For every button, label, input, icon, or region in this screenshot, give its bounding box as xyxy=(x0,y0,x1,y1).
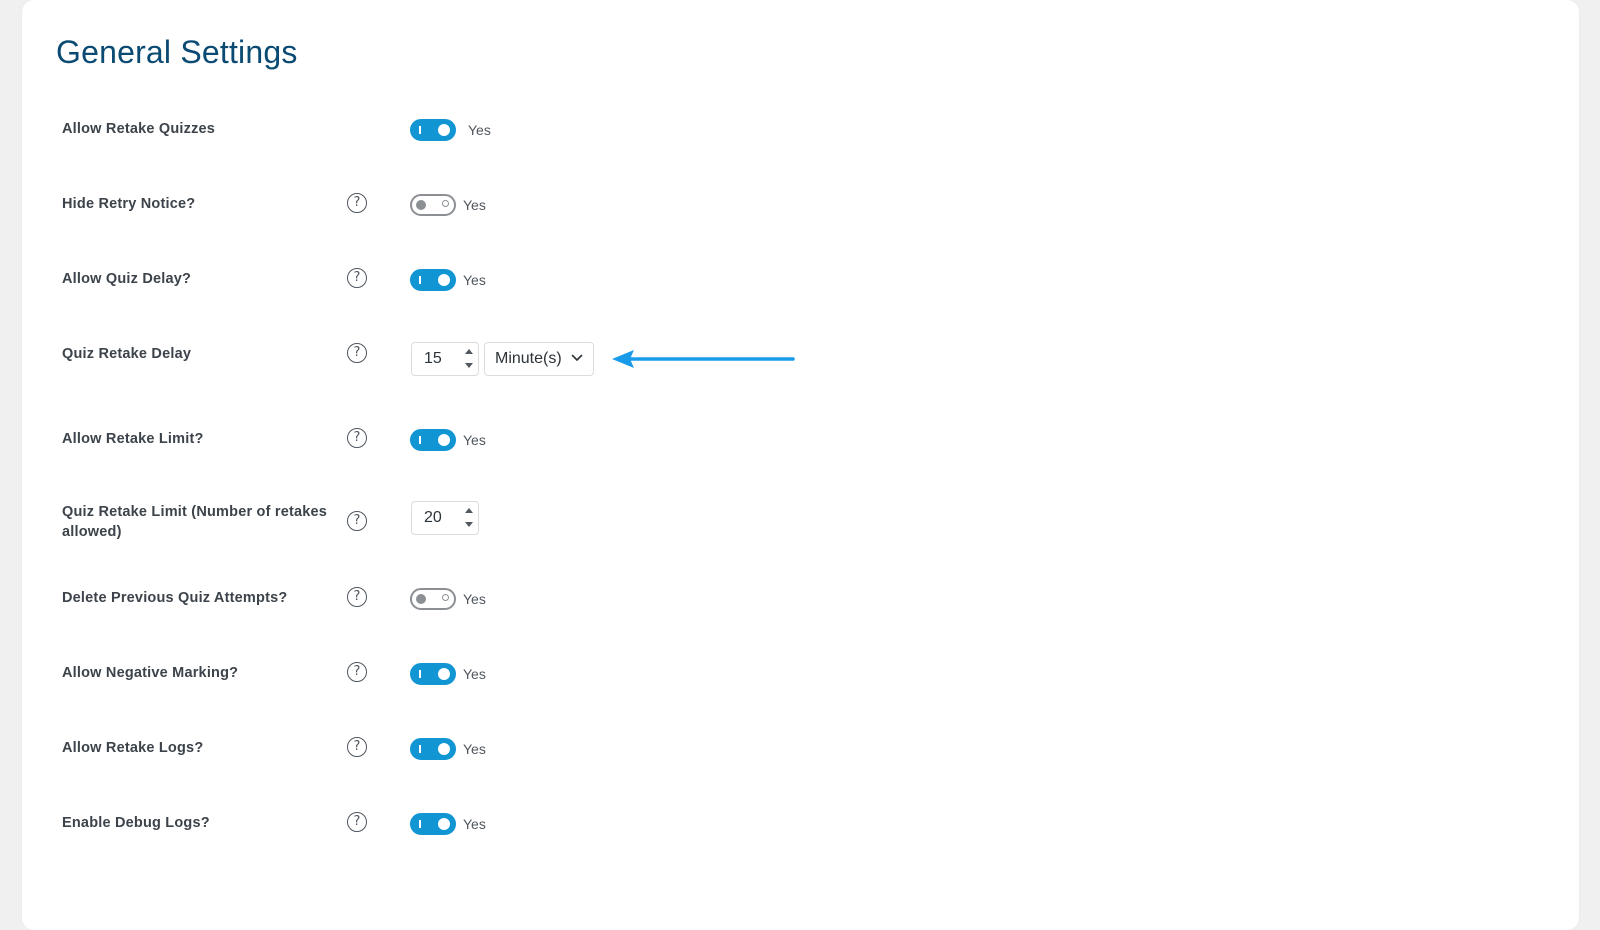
quiz-retake-limit-input[interactable]: 20 xyxy=(411,501,479,535)
setting-label: Allow Negative Marking? xyxy=(62,665,239,681)
question-circle-icon[interactable]: ? xyxy=(347,812,367,832)
toggle-on-mark xyxy=(419,436,421,444)
toggle-knob xyxy=(438,743,450,755)
question-circle-icon[interactable]: ? xyxy=(347,662,367,682)
enable-debug-logs-toggle[interactable] xyxy=(410,813,456,835)
allow-retake-logs-toggle[interactable] xyxy=(410,738,456,760)
toggle-text: Yes xyxy=(463,591,486,607)
number-value: 15 xyxy=(424,350,442,367)
toggle-text: Yes xyxy=(463,272,486,288)
allow-retake-limit-toggle[interactable] xyxy=(410,429,456,451)
toggle-knob xyxy=(438,818,450,830)
setting-label: Hide Retry Notice? xyxy=(62,196,196,212)
setting-row-enable-debug-logs: Enable Debug Logs? ? Yes xyxy=(22,804,1579,844)
allow-quiz-delay-toggle[interactable] xyxy=(410,269,456,291)
setting-row-quiz-retake-limit: Quiz Retake Limit (Number of retakes all… xyxy=(22,500,1579,550)
allow-negative-marking-toggle[interactable] xyxy=(410,663,456,685)
setting-label: Allow Retake Quizzes xyxy=(62,121,216,137)
toggle-on-mark xyxy=(419,745,421,753)
toggle-text: Yes xyxy=(463,666,486,682)
settings-card: General Settings Allow Retake Quizzes Ye… xyxy=(22,0,1579,930)
toggle-on-mark xyxy=(419,276,421,284)
toggle-text: Yes xyxy=(463,816,486,832)
setting-row-quiz-retake-delay: Quiz Retake Delay ? 15 Minute(s) xyxy=(22,335,1579,376)
toggle-on-mark xyxy=(419,670,421,678)
toggle-knob xyxy=(438,274,450,286)
question-circle-icon[interactable]: ? xyxy=(347,343,367,363)
toggle-knob xyxy=(416,594,426,604)
toggle-text: Yes xyxy=(463,197,486,213)
page-title: General Settings xyxy=(56,34,298,70)
setting-row-allow-negative-marking: Allow Negative Marking? ? Yes xyxy=(22,654,1579,694)
number-value: 20 xyxy=(424,509,442,526)
setting-label: Delete Previous Quiz Attempts? xyxy=(62,590,288,606)
setting-label: Allow Retake Limit? xyxy=(62,431,204,447)
setting-label: Quiz Retake Delay xyxy=(62,346,192,362)
setting-label: Quiz Retake Limit (Number of retakes all… xyxy=(62,502,327,542)
question-circle-icon[interactable]: ? xyxy=(347,193,367,213)
setting-row-allow-retake-limit: Allow Retake Limit? ? Yes xyxy=(22,420,1579,460)
quiz-retake-delay-input[interactable]: 15 xyxy=(411,342,479,376)
toggle-knob xyxy=(416,200,426,210)
toggle-on-mark xyxy=(419,126,421,134)
question-circle-icon[interactable]: ? xyxy=(347,737,367,757)
spin-up-icon[interactable] xyxy=(465,349,473,354)
delay-unit-select[interactable]: Minute(s) xyxy=(484,342,594,376)
setting-row-delete-previous-attempts: Delete Previous Quiz Attempts? ? Yes xyxy=(22,579,1579,619)
setting-row-allow-retake-logs: Allow Retake Logs? ? Yes xyxy=(22,729,1579,769)
setting-row-allow-retake-quizzes: Allow Retake Quizzes Yes xyxy=(22,110,1579,150)
setting-row-allow-quiz-delay: Allow Quiz Delay? ? Yes xyxy=(22,260,1579,300)
hide-retry-notice-toggle[interactable] xyxy=(410,194,456,216)
question-circle-icon[interactable]: ? xyxy=(347,428,367,448)
toggle-text: Yes xyxy=(463,741,486,757)
annotation-arrow-icon xyxy=(612,350,795,368)
spin-down-icon[interactable] xyxy=(465,363,473,368)
toggle-knob xyxy=(438,668,450,680)
setting-label: Allow Quiz Delay? xyxy=(62,271,192,287)
chevron-down-icon xyxy=(571,354,583,361)
question-circle-icon[interactable]: ? xyxy=(347,511,367,531)
setting-label-line2: allowed) xyxy=(62,524,122,540)
question-circle-icon[interactable]: ? xyxy=(347,268,367,288)
allow-retake-quizzes-toggle[interactable] xyxy=(410,119,456,141)
setting-label: Allow Retake Logs? xyxy=(62,740,204,756)
setting-label-line1: Quiz Retake Limit (Number of retakes xyxy=(62,504,328,520)
question-circle-icon[interactable]: ? xyxy=(347,587,367,607)
select-value: Minute(s) xyxy=(495,350,562,367)
toggle-on-mark xyxy=(419,820,421,828)
spin-up-icon[interactable] xyxy=(465,508,473,513)
toggle-off-mark xyxy=(442,200,449,207)
delete-previous-attempts-toggle[interactable] xyxy=(410,588,456,610)
toggle-knob xyxy=(438,124,450,136)
toggle-knob xyxy=(438,434,450,446)
toggle-text: Yes xyxy=(468,122,491,138)
spin-down-icon[interactable] xyxy=(465,522,473,527)
toggle-off-mark xyxy=(442,594,449,601)
toggle-text: Yes xyxy=(463,432,486,448)
setting-label: Enable Debug Logs? xyxy=(62,815,210,831)
setting-row-hide-retry-notice: Hide Retry Notice? ? Yes xyxy=(22,185,1579,225)
